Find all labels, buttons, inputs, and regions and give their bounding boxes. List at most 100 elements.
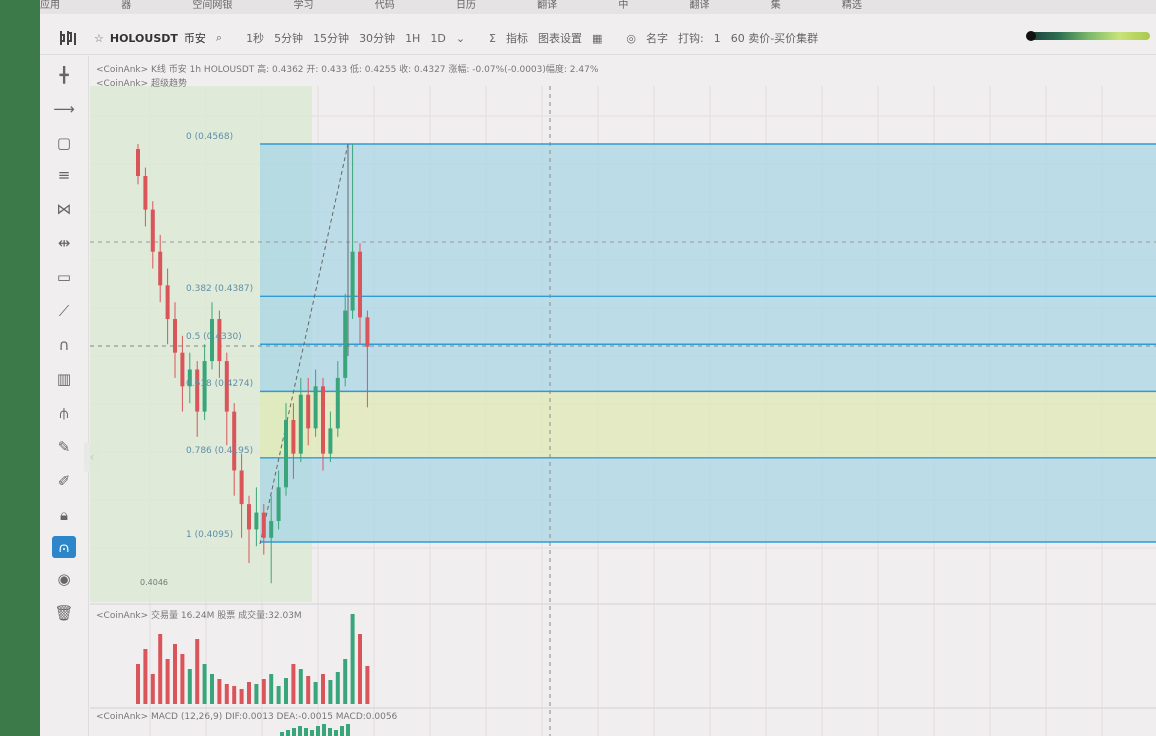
interval-15m[interactable]: 15分钟 xyxy=(313,30,349,46)
volume-bar xyxy=(239,689,244,704)
volume-header: <CoinAnk> 交易量 16.24M 股票 成交量:32.03M xyxy=(96,611,302,621)
bookmark[interactable]: 精选 xyxy=(842,1,862,11)
bookmark[interactable]: 空间网银 xyxy=(192,1,232,11)
xabcd-pattern-icon[interactable]: ⋈ xyxy=(52,198,76,220)
trash-icon[interactable]: 🗑︎ xyxy=(52,602,76,624)
bookmark[interactable]: 日历 xyxy=(456,1,476,11)
candle-body xyxy=(365,317,370,347)
volume-bar xyxy=(143,649,148,704)
macd-histogram-bar xyxy=(340,726,344,736)
color-gradient-slider[interactable] xyxy=(1026,31,1150,41)
layout-grid-icon[interactable]: ▦ xyxy=(592,32,602,45)
low-price-marker: 0.4046 xyxy=(140,578,168,587)
bookmark[interactable]: 中 xyxy=(618,1,628,11)
candle-body xyxy=(158,251,163,286)
eye-icon[interactable]: ◎ xyxy=(626,32,636,45)
candle-body xyxy=(269,520,274,538)
volume-bar xyxy=(365,666,370,704)
slider-knob[interactable] xyxy=(1026,31,1036,41)
candle-body xyxy=(328,428,333,454)
fib-band xyxy=(260,344,1156,392)
candle-body xyxy=(276,487,281,521)
price-chart[interactable] xyxy=(90,56,1156,736)
interval-1s[interactable]: 1秒 xyxy=(246,30,264,46)
favorite-star-icon[interactable]: ☆ xyxy=(94,32,104,45)
candle-body xyxy=(298,394,303,454)
symbol-name[interactable]: HOLOUSDT xyxy=(110,32,178,45)
indicators-icon[interactable]: ⵉ xyxy=(489,32,496,45)
price-cluster-select[interactable]: 60 卖价-买价集群 xyxy=(731,30,818,46)
macd-histogram-bar xyxy=(298,726,302,736)
macd-histogram-bar xyxy=(310,730,314,736)
candle-body xyxy=(291,419,296,454)
parallel-lines-icon[interactable]: ≡ xyxy=(52,164,76,186)
name-button[interactable]: 名字 xyxy=(646,30,668,46)
interval-5m[interactable]: 5分钟 xyxy=(274,30,303,46)
chart-area[interactable]: <CoinAnk> K线 币安 1h HOLOUSDT 高: 0.4362 开:… xyxy=(90,56,1156,736)
volume-bar xyxy=(150,674,155,704)
macd-histogram-bar xyxy=(286,730,290,736)
macd-histogram-bar xyxy=(316,726,320,736)
crosshair-icon[interactable]: ╋ xyxy=(52,64,76,86)
candle-body xyxy=(254,512,259,530)
eye-icon[interactable]: ◉ xyxy=(52,568,76,590)
candle-body xyxy=(343,310,348,378)
bookmarks-bar: 应用 器 空间网银 学习 代码 日历 翻译 中 翻译 集 精选 xyxy=(40,0,1156,14)
interval-1h[interactable]: 1H xyxy=(405,32,420,45)
bookmark[interactable]: 代码 xyxy=(375,1,395,11)
candle-body xyxy=(335,377,340,429)
interval-1d[interactable]: 1D xyxy=(430,32,445,45)
lock-icon[interactable]: 🔒︎ xyxy=(52,504,76,526)
volume-bar xyxy=(350,614,355,704)
kline-header: <CoinAnk> K线 币安 1h HOLOUSDT 高: 0.4362 开:… xyxy=(96,65,599,75)
magnet-icon[interactable]: ∩ xyxy=(52,334,76,356)
interval-dropdown-icon[interactable]: ⌄ xyxy=(456,32,465,45)
rectangle-icon[interactable]: ▢ xyxy=(52,132,76,154)
volume-bar xyxy=(202,664,207,704)
bookmark[interactable]: 翻译 xyxy=(537,1,557,11)
macd-histogram-bar xyxy=(322,724,326,736)
bookmark[interactable]: 翻译 xyxy=(690,1,710,11)
bar-chart-icon[interactable]: ▥ xyxy=(52,368,76,390)
price-range-icon[interactable]: ⇹ xyxy=(52,232,76,254)
candle-body xyxy=(321,386,325,454)
volume-bar xyxy=(343,659,348,704)
macd-histogram-bar xyxy=(328,728,332,736)
bookmark[interactable]: 应用 xyxy=(40,1,60,11)
chart-settings-button[interactable]: 图表设置 xyxy=(538,30,582,46)
pitchfork-icon[interactable]: ⫛ xyxy=(52,402,76,424)
bookmark[interactable]: 器 xyxy=(121,1,131,11)
candle-body xyxy=(150,209,155,252)
pen-icon[interactable]: ✎ xyxy=(52,436,76,458)
indicators-button[interactable]: 指标 xyxy=(506,30,528,46)
logo-icon[interactable] xyxy=(54,29,84,47)
supertrend-header: <CoinAnk> 超级趋势 xyxy=(96,79,188,89)
candle-body xyxy=(173,319,177,353)
monitor-bezel xyxy=(0,0,44,736)
bookmark[interactable]: 学习 xyxy=(294,1,314,11)
volume-bar xyxy=(224,684,229,704)
candle-body xyxy=(306,394,311,429)
order-value[interactable]: 1 xyxy=(714,32,721,45)
candle-body xyxy=(284,419,288,488)
macd-histogram-bar xyxy=(304,728,308,736)
bookmark[interactable]: 集 xyxy=(771,1,781,11)
horizontal-ray-icon[interactable]: ⟶ xyxy=(52,98,76,120)
fib-band xyxy=(260,457,1156,542)
fib-tool-icon[interactable]: ⩀ xyxy=(52,536,76,558)
volume-bar xyxy=(358,634,362,704)
market-name[interactable]: 币安 xyxy=(184,30,206,46)
candle-body xyxy=(136,149,140,176)
volume-bar xyxy=(276,686,281,704)
volume-bar xyxy=(298,669,303,704)
macd-histogram-bar xyxy=(292,728,296,736)
ruler-icon[interactable]: ⟋ xyxy=(52,300,76,322)
volume-bar xyxy=(328,680,333,704)
fib-level-label: 0.618 (0.4274) xyxy=(186,379,254,390)
candle-body xyxy=(143,175,148,210)
search-icon[interactable]: ⌕ xyxy=(216,31,222,45)
interval-30m[interactable]: 30分钟 xyxy=(359,30,395,46)
text-note-icon[interactable]: ▭ xyxy=(52,266,76,288)
candle-body xyxy=(195,369,200,412)
brush-icon[interactable]: ✐ xyxy=(52,470,76,492)
